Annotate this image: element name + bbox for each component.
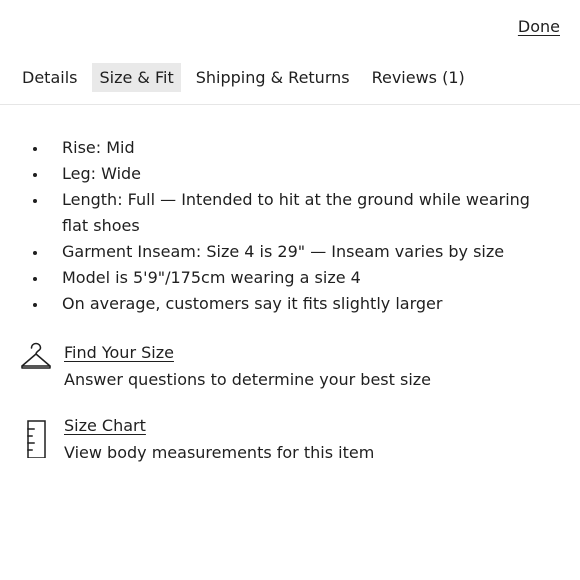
size-chart-description: View body measurements for this item (64, 443, 375, 462)
list-item: On average, customers say it fits slight… (30, 291, 560, 317)
size-fit-list: Rise: Mid Leg: Wide Length: Full — Inten… (30, 135, 560, 317)
tab-reviews[interactable]: Reviews (1) (365, 63, 472, 92)
list-item: Rise: Mid (30, 135, 560, 161)
find-your-size-section: Find Your Size Answer questions to deter… (20, 341, 431, 392)
tab-details[interactable]: Details (15, 63, 84, 92)
tab-bar: Details Size & Fit Shipping & Returns Re… (15, 63, 580, 92)
ruler-icon (20, 414, 52, 458)
size-chart-link[interactable]: Size Chart (64, 414, 374, 438)
find-your-size-description: Answer questions to determine your best … (64, 370, 432, 389)
tab-size-fit[interactable]: Size & Fit (92, 63, 181, 92)
size-chart-section: Size Chart View body measurements for th… (20, 414, 374, 465)
hanger-icon (20, 341, 52, 375)
list-item: Garment Inseam: Size 4 is 29" — Inseam v… (30, 239, 560, 265)
done-button[interactable]: Done (518, 17, 560, 36)
tab-shipping-returns[interactable]: Shipping & Returns (189, 63, 357, 92)
list-item: Length: Full — Intended to hit at the gr… (30, 187, 560, 239)
find-your-size-link[interactable]: Find Your Size (64, 341, 431, 365)
tab-divider (0, 104, 580, 105)
list-item: Leg: Wide (30, 161, 560, 187)
list-item: Model is 5'9"/175cm wearing a size 4 (30, 265, 560, 291)
